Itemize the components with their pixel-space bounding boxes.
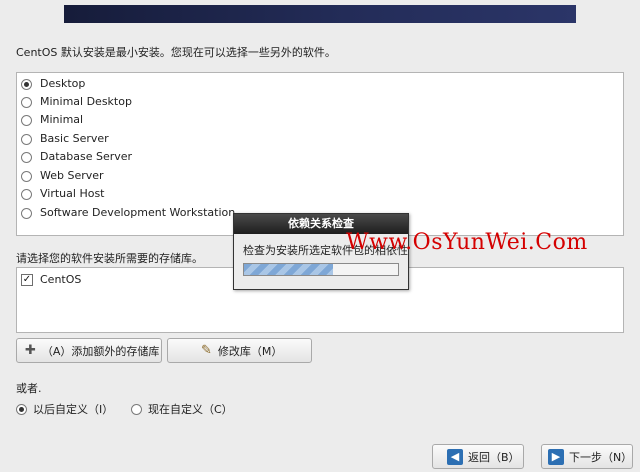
back-label: 返回（B） bbox=[468, 450, 520, 464]
header-banner bbox=[64, 5, 576, 23]
modify-repo-button[interactable]: ✎ 修改库（M） bbox=[167, 338, 312, 363]
customize-now-label: 现在自定义（C） bbox=[148, 403, 233, 416]
package-option-desktop[interactable]: Desktop bbox=[21, 75, 85, 93]
package-option-database-server[interactable]: Database Server bbox=[21, 148, 132, 166]
package-option-minimal[interactable]: Minimal bbox=[21, 111, 83, 129]
radio-indicator bbox=[21, 151, 32, 163]
progress-bar bbox=[243, 263, 399, 276]
package-option-virtual-host[interactable]: Virtual Host bbox=[21, 185, 105, 203]
repo-section-label: 请选择您的软件安装所需要的存储库。 bbox=[16, 252, 203, 265]
repo-item-centos[interactable]: ✓ CentOS bbox=[21, 271, 81, 289]
modify-repo-label: 修改库（M） bbox=[217, 344, 283, 358]
intro-text: CentOS 默认安装是最小安装。您现在可以选择一些另外的软件。 bbox=[16, 46, 336, 59]
plus-icon: ✚ bbox=[25, 343, 36, 358]
customize-later-label: 以后自定义（I） bbox=[33, 403, 114, 416]
radio-indicator bbox=[21, 114, 32, 126]
package-option-label: Virtual Host bbox=[40, 187, 105, 200]
package-option-software-dev-workstation[interactable]: Software Development Workstation bbox=[21, 204, 235, 222]
radio-indicator bbox=[131, 403, 142, 415]
or-label: 或者. bbox=[16, 382, 42, 395]
package-option-web-server[interactable]: Web Server bbox=[21, 167, 104, 185]
radio-indicator bbox=[21, 207, 32, 219]
radio-indicator bbox=[21, 78, 32, 90]
radio-indicator bbox=[21, 170, 32, 182]
package-option-label: Software Development Workstation bbox=[40, 206, 236, 219]
radio-indicator bbox=[21, 96, 32, 108]
package-option-label: Desktop bbox=[40, 77, 86, 90]
next-button[interactable]: ▶ 下一步（N） bbox=[541, 444, 633, 469]
package-group-list: Desktop Minimal Desktop Minimal Basic Se… bbox=[16, 72, 624, 236]
repo-item-label: CentOS bbox=[40, 273, 82, 286]
progress-fill bbox=[244, 264, 334, 275]
package-option-label: Minimal bbox=[40, 113, 84, 126]
package-option-label: Basic Server bbox=[40, 132, 109, 145]
radio-indicator bbox=[21, 133, 32, 145]
package-option-minimal-desktop[interactable]: Minimal Desktop bbox=[21, 93, 132, 111]
add-repo-button[interactable]: ✚ （A）添加额外的存储库 bbox=[16, 338, 162, 363]
arrow-right-icon: ▶ bbox=[548, 448, 564, 465]
customize-later-option[interactable]: 以后自定义（I） bbox=[16, 401, 113, 417]
arrow-left-icon: ◀ bbox=[447, 448, 463, 465]
package-option-label: Minimal Desktop bbox=[40, 95, 132, 108]
watermark-text: Www.OsYunWei.Com bbox=[346, 230, 588, 255]
checkbox-checked-icon: ✓ bbox=[21, 274, 33, 286]
edit-icon: ✎ bbox=[201, 343, 212, 358]
radio-indicator bbox=[16, 403, 27, 415]
next-label: 下一步（N） bbox=[568, 450, 633, 464]
package-option-basic-server[interactable]: Basic Server bbox=[21, 130, 109, 148]
customize-now-option[interactable]: 现在自定义（C） bbox=[131, 401, 233, 417]
back-button[interactable]: ◀ 返回（B） bbox=[432, 444, 524, 469]
radio-indicator bbox=[21, 188, 32, 200]
package-option-label: Web Server bbox=[40, 169, 104, 182]
package-option-label: Database Server bbox=[40, 150, 133, 163]
add-repo-label: （A）添加额外的存储库 bbox=[41, 344, 160, 358]
